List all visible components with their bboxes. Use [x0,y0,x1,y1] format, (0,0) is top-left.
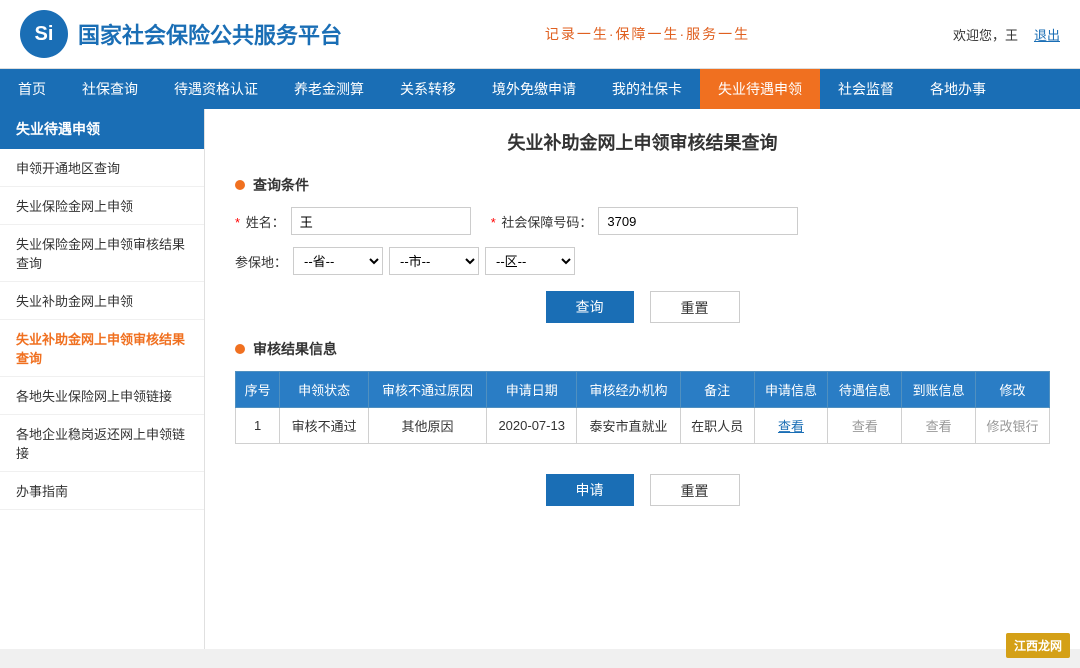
welcome-text: 欢迎您，王 [953,25,1018,44]
col-arrival-info: 到账信息 [902,372,976,408]
form-row-1: * 姓名： * 社会保障号码： [235,207,1050,235]
logout-button[interactable]: 退出 [1034,25,1060,44]
cell-apply-info: 查看 [754,408,828,444]
logo-text: 国家社会保险公共服务平台 [78,18,342,50]
social-id-input[interactable] [598,207,798,235]
col-benefit-info: 待遇信息 [828,372,902,408]
col-org: 审核经办机构 [577,372,680,408]
col-remark: 备注 [680,372,754,408]
modify-link[interactable]: 修改银行 [987,419,1039,434]
nav-social-card[interactable]: 我的社保卡 [594,69,700,109]
logo-icon: Si [20,10,68,58]
sidebar-item-subsidy-apply[interactable]: 失业补助金网上申领 [0,282,204,320]
result-section: 审核结果信息 序号 申领状态 审核不通过原因 申请日期 审核经办机构 备注 申请… [235,339,1050,444]
location-label: 参保地： [235,252,287,271]
content-area: 失业补助金网上申领审核结果查询 查询条件 * 姓名： * 社会 [205,109,1080,649]
nav-home[interactable]: 首页 [0,69,64,109]
city-select[interactable]: --市-- [389,247,479,275]
nav-local-services[interactable]: 各地办事 [912,69,1004,109]
table-head: 序号 申领状态 审核不通过原因 申请日期 审核经办机构 备注 申请信息 待遇信息… [236,372,1050,408]
logo-area: Si 国家社会保险公共服务平台 [20,10,342,58]
col-modify: 修改 [976,372,1050,408]
form-row-2: 参保地： --省-- --市-- --区-- [235,247,1050,275]
main-nav: 首页 社保查询 待遇资格认证 养老金测算 关系转移 境外免缴申请 我的社保卡 失… [0,69,1080,109]
arrival-info-link[interactable]: 查看 [926,419,952,434]
nav-transfer[interactable]: 关系转移 [382,69,474,109]
sidebar-item-stabilization-links[interactable]: 各地企业稳岗返还网上申领链接 [0,415,204,472]
nav-pension-calc[interactable]: 养老金测算 [276,69,382,109]
nav-overseas[interactable]: 境外免缴申请 [474,69,594,109]
col-date: 申请日期 [487,372,577,408]
location-field: 参保地： --省-- --市-- --区-- [235,247,575,275]
cell-status: 审核不通过 [280,408,369,444]
social-id-label: * 社会保障号码： [491,212,593,231]
nav-unemployment[interactable]: 失业待遇申领 [700,69,820,109]
sidebar-item-guide[interactable]: 办事指南 [0,472,204,510]
cell-date: 2020-07-13 [487,408,577,444]
result-section-dot [235,344,245,354]
page-title: 失业补助金网上申领审核结果查询 [235,129,1050,155]
header-right: 欢迎您，王 退出 [953,25,1060,44]
province-select[interactable]: --省-- [293,247,383,275]
name-label: * 姓名： [235,212,285,231]
name-input[interactable] [291,207,471,235]
query-section: 查询条件 * 姓名： * 社会保障号码： [235,175,1050,323]
sidebar-item-unemployment-result[interactable]: 失业保险金网上申领审核结果查询 [0,225,204,282]
query-section-label: 查询条件 [253,175,309,195]
nav-supervision[interactable]: 社会监督 [820,69,912,109]
cell-modify: 修改银行 [976,408,1050,444]
col-apply-info: 申请信息 [754,372,828,408]
apply-button[interactable]: 申请 [546,474,634,506]
query-section-header: 查询条件 [235,175,1050,195]
query-btn-row: 查询 重置 [235,291,1050,323]
nav-social-query[interactable]: 社保查询 [64,69,156,109]
benefit-info-link[interactable]: 查看 [852,419,878,434]
cell-seq: 1 [236,408,280,444]
header: Si 国家社会保险公共服务平台 记录一生·保障一生·服务一生 欢迎您，王 退出 [0,0,1080,69]
sidebar-item-local-links[interactable]: 各地失业保险网上申领链接 [0,377,204,415]
cell-reason: 其他原因 [368,408,486,444]
nav-qualification[interactable]: 待遇资格认证 [156,69,276,109]
reset2-button[interactable]: 重置 [650,474,740,506]
result-section-label: 审核结果信息 [253,339,337,359]
watermark: 江西龙网 [1006,633,1070,658]
sidebar: 失业待遇申领 申领开通地区查询 失业保险金网上申领 失业保险金网上申领审核结果查… [0,109,205,649]
logo-abbr: Si [35,23,54,46]
name-field: * 姓名： [235,207,471,235]
query-section-dot [235,180,245,190]
sidebar-item-region-query[interactable]: 申领开通地区查询 [0,149,204,187]
sidebar-header: 失业待遇申领 [0,109,204,149]
bottom-btn-row: 申请 重置 [235,474,1050,506]
col-seq: 序号 [236,372,280,408]
col-status: 申领状态 [280,372,369,408]
header-slogan: 记录一生·保障一生·服务一生 [541,24,754,44]
table-header-row: 序号 申领状态 审核不通过原因 申请日期 审核经办机构 备注 申请信息 待遇信息… [236,372,1050,408]
result-section-header: 审核结果信息 [235,339,1050,359]
reset-button[interactable]: 重置 [650,291,740,323]
result-table: 序号 申领状态 审核不通过原因 申请日期 审核经办机构 备注 申请信息 待遇信息… [235,371,1050,444]
cell-arrival-info: 查看 [902,408,976,444]
sidebar-item-subsidy-result[interactable]: 失业补助金网上申领审核结果查询 [0,320,204,377]
cell-remark: 在职人员 [680,408,754,444]
table-row: 1 审核不通过 其他原因 2020-07-13 泰安市直就业 在职人员 查看 查… [236,408,1050,444]
cell-benefit-info: 查看 [828,408,902,444]
main-container: 失业待遇申领 申领开通地区查询 失业保险金网上申领 失业保险金网上申领审核结果查… [0,109,1080,649]
col-reason: 审核不通过原因 [368,372,486,408]
sidebar-item-unemployment-apply[interactable]: 失业保险金网上申领 [0,187,204,225]
table-body: 1 审核不通过 其他原因 2020-07-13 泰安市直就业 在职人员 查看 查… [236,408,1050,444]
social-id-field: * 社会保障号码： [491,207,799,235]
name-required: * [235,215,240,230]
social-required: * [491,215,496,230]
slogan-text: 记录一生·保障一生·服务一生 [545,26,750,42]
apply-info-link[interactable]: 查看 [778,419,804,434]
district-select[interactable]: --区-- [485,247,575,275]
query-button[interactable]: 查询 [546,291,634,323]
cell-org: 泰安市直就业 [577,408,680,444]
